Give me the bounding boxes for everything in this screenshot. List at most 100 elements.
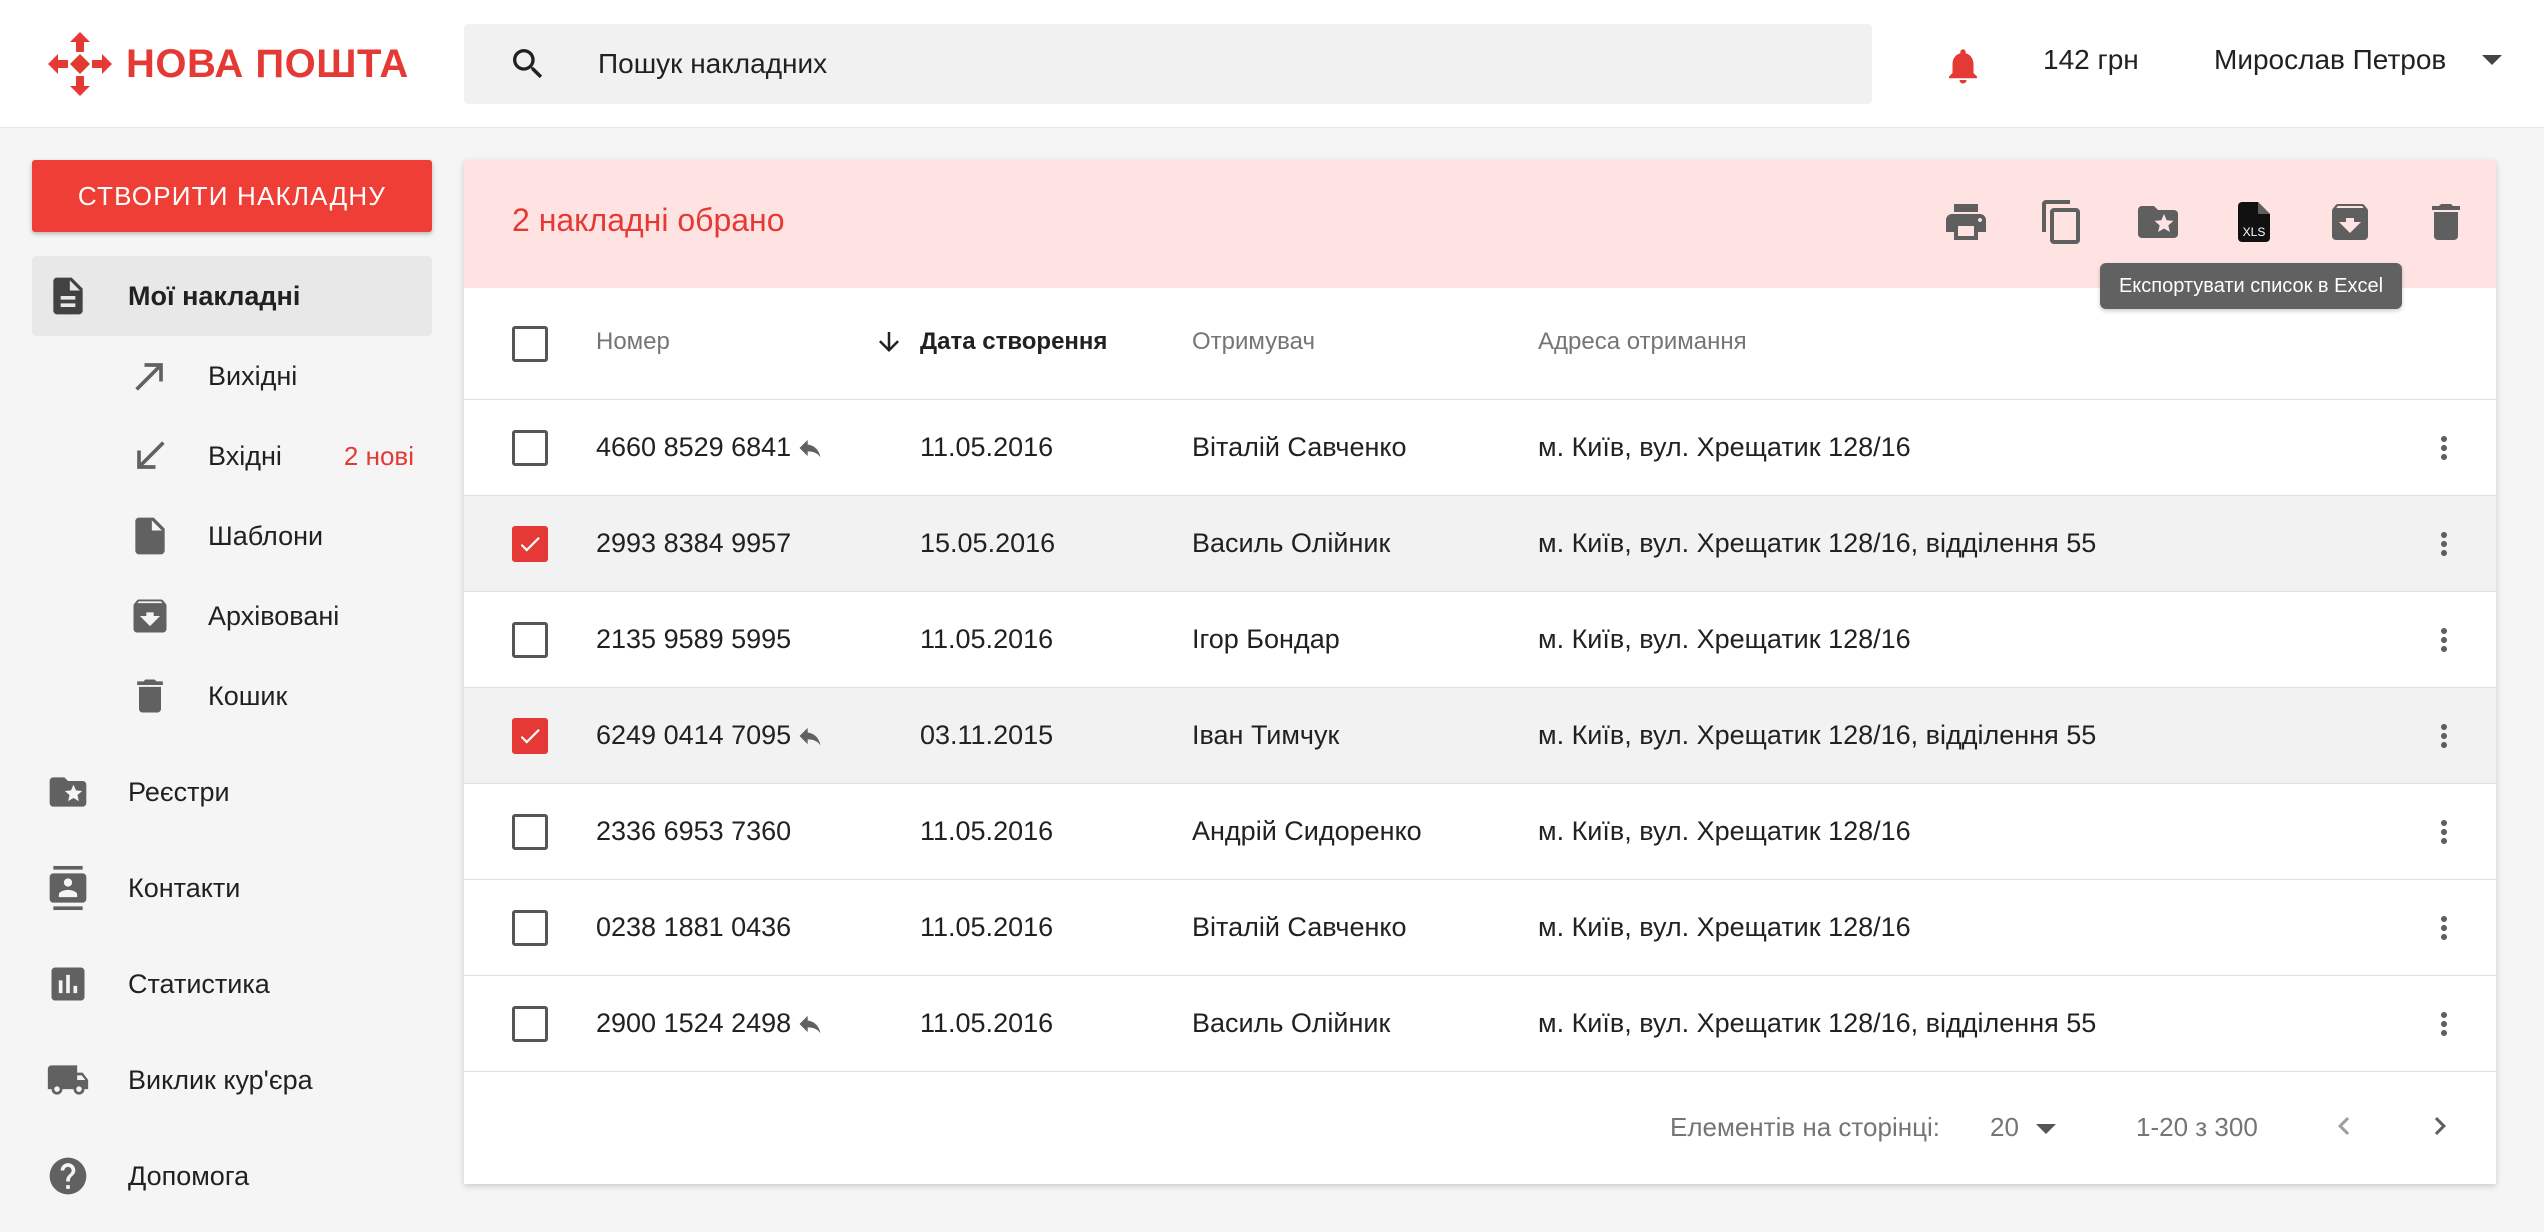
table-row[interactable]: 4660 8529 6841 11.05.2016 Віталій Савчен… bbox=[464, 400, 2496, 496]
sidebar-item-label: Виклик кур'єра bbox=[128, 1064, 313, 1095]
archive-icon[interactable] bbox=[2326, 198, 2374, 246]
delivery-address: м. Київ, вул. Хрещатик 128/16, відділенн… bbox=[1538, 720, 2097, 750]
more-vert-icon[interactable] bbox=[2426, 908, 2462, 948]
sidebar-item-label: Архівовані bbox=[208, 600, 340, 631]
row-checkbox[interactable] bbox=[512, 910, 548, 946]
more-vert-icon[interactable] bbox=[2426, 1004, 2462, 1044]
waybill-number: 2135 9589 5995 bbox=[596, 624, 792, 654]
create-waybill-button[interactable]: СТВОРИТИ НАКЛАДНУ bbox=[32, 160, 432, 232]
trash-icon[interactable] bbox=[2422, 198, 2470, 246]
waybill-number: 0238 1881 0436 bbox=[596, 912, 792, 942]
chevron-right-icon[interactable] bbox=[2422, 1108, 2458, 1144]
pagination: Елементів на сторінці: 20 1-20 з 300 bbox=[464, 1072, 2496, 1184]
archive-icon bbox=[133, 599, 167, 633]
sidebar-item-label: Контакти bbox=[128, 872, 241, 903]
template-file-icon bbox=[135, 517, 165, 555]
waybill-number: 6249 0414 7095 bbox=[596, 720, 792, 750]
sidebar-item-label: Мої накладні bbox=[128, 280, 301, 311]
sidebar-item-label: Реєстри bbox=[128, 776, 230, 807]
table-row[interactable]: 2900 1524 2498 11.05.2016 Василь Олійник… bbox=[464, 976, 2496, 1072]
waybill-number: 4660 8529 6841 bbox=[596, 432, 792, 462]
truck-icon bbox=[47, 1065, 89, 1095]
contacts-icon bbox=[49, 866, 87, 910]
row-checkbox[interactable] bbox=[512, 814, 548, 850]
delivery-address: м. Київ, вул. Хрещатик 128/16 bbox=[1538, 432, 1911, 462]
sidebar-item-my-waybills[interactable]: Мої накладні bbox=[32, 256, 432, 336]
nova-poshta-logo-icon bbox=[48, 32, 112, 96]
more-vert-icon[interactable] bbox=[2426, 812, 2462, 852]
arrow-incoming-icon bbox=[137, 441, 165, 469]
waybill-number: 2336 6953 7360 bbox=[596, 816, 792, 846]
delivery-address: м. Київ, вул. Хрещатик 128/16, відділенн… bbox=[1538, 1008, 2097, 1038]
chevron-left-icon[interactable] bbox=[2326, 1108, 2362, 1144]
waybills-card: 2 накладні обрано XLS Номер Дата створен… bbox=[464, 160, 2496, 1184]
delivery-address: м. Київ, вул. Хрещатик 128/16 bbox=[1538, 912, 1911, 942]
selection-count: 2 накладні обрано bbox=[512, 202, 785, 238]
more-vert-icon[interactable] bbox=[2426, 428, 2462, 468]
sidebar-item-contacts[interactable]: Контакти bbox=[32, 848, 432, 928]
row-checkbox[interactable] bbox=[512, 526, 548, 562]
more-vert-icon[interactable] bbox=[2426, 524, 2462, 564]
folder-star-icon[interactable] bbox=[2134, 198, 2182, 246]
creation-date: 11.05.2016 bbox=[920, 432, 1054, 462]
creation-date: 11.05.2016 bbox=[920, 1008, 1054, 1038]
sidebar-item-courier[interactable]: Виклик кур'єра bbox=[32, 1040, 432, 1120]
sidebar-item-incoming[interactable]: Вхідні 2 нові bbox=[32, 416, 432, 496]
column-header-number[interactable]: Номер bbox=[596, 328, 670, 356]
recipient-name: Віталій Савченко bbox=[1192, 432, 1407, 462]
select-all-checkbox[interactable] bbox=[512, 326, 548, 362]
print-icon[interactable] bbox=[1942, 198, 1990, 246]
more-vert-icon[interactable] bbox=[2426, 716, 2462, 756]
sidebar-item-templates[interactable]: Шаблони bbox=[32, 496, 432, 576]
table-row[interactable]: 6249 0414 7095 03.11.2015 Іван Тимчук м.… bbox=[464, 688, 2496, 784]
check-icon bbox=[520, 729, 540, 744]
top-bar: НОВА ПОШТА 142 грн Мирослав Петров bbox=[0, 0, 2544, 128]
column-header-recipient[interactable]: Отримувач bbox=[1192, 328, 1315, 356]
recipient-name: Віталій Савченко bbox=[1192, 912, 1407, 942]
more-vert-icon[interactable] bbox=[2426, 620, 2462, 660]
trash-icon bbox=[137, 679, 163, 713]
chevron-down-icon[interactable] bbox=[2036, 1124, 2056, 1134]
arrow-down-icon[interactable] bbox=[874, 327, 904, 357]
search-box[interactable] bbox=[464, 24, 1872, 104]
sidebar-item-statistics[interactable]: Статистика bbox=[32, 944, 432, 1024]
user-name: Мирослав Петров bbox=[2214, 44, 2447, 75]
new-items-badge: 2 нові bbox=[343, 440, 414, 471]
sidebar-item-registers[interactable]: Реєстри bbox=[32, 752, 432, 832]
row-checkbox[interactable] bbox=[512, 430, 548, 466]
row-checkbox[interactable] bbox=[512, 622, 548, 658]
waybill-number: 2993 8384 9957 bbox=[596, 528, 792, 558]
notification-bell-icon[interactable] bbox=[1942, 43, 1984, 89]
export-xls-icon[interactable]: XLS bbox=[2230, 198, 2278, 246]
column-header-date[interactable]: Дата створення bbox=[920, 328, 1107, 356]
creation-date: 11.05.2016 bbox=[920, 816, 1054, 846]
chevron-down-icon bbox=[2482, 55, 2503, 65]
check-icon bbox=[520, 537, 540, 552]
sidebar-item-label: Статистика bbox=[128, 968, 270, 999]
logo[interactable]: НОВА ПОШТА bbox=[46, 31, 409, 97]
table-row[interactable]: 2336 6953 7360 11.05.2016 Андрій Сидорен… bbox=[464, 784, 2496, 880]
row-checkbox[interactable] bbox=[512, 718, 548, 754]
table-row[interactable]: 0238 1881 0436 11.05.2016 Віталій Савчен… bbox=[464, 880, 2496, 976]
delivery-address: м. Київ, вул. Хрещатик 128/16, відділенн… bbox=[1538, 528, 2097, 558]
column-header-address[interactable]: Адреса отримання bbox=[1538, 328, 1747, 356]
sidebar-item-trash[interactable]: Кошик bbox=[32, 656, 432, 736]
page-range: 1-20 з 300 bbox=[2136, 1112, 2258, 1142]
table-row[interactable]: 2993 8384 9957 15.05.2016 Василь Олійник… bbox=[464, 496, 2496, 592]
document-icon bbox=[53, 277, 83, 315]
sidebar-item-help[interactable]: Допомога bbox=[32, 1136, 432, 1216]
stats-icon bbox=[51, 967, 85, 1001]
recipient-name: Андрій Сидоренко bbox=[1192, 816, 1422, 846]
creation-date: 11.05.2016 bbox=[920, 912, 1054, 942]
row-checkbox[interactable] bbox=[512, 1006, 548, 1042]
table-row[interactable]: 2135 9589 5995 11.05.2016 Ігор Бондар м.… bbox=[464, 592, 2496, 688]
sidebar-item-archived[interactable]: Архівовані bbox=[32, 576, 432, 656]
copy-icon[interactable] bbox=[2038, 198, 2086, 246]
search-input[interactable] bbox=[596, 34, 1796, 94]
sidebar-item-outgoing[interactable]: Вихідні bbox=[32, 336, 432, 416]
logo-text: НОВА ПОШТА bbox=[126, 41, 409, 86]
user-menu[interactable]: Мирослав Петров bbox=[2214, 44, 2503, 76]
per-page-select[interactable]: 20 bbox=[1990, 1112, 2019, 1143]
reply-icon bbox=[799, 1015, 821, 1034]
delivery-address: м. Київ, вул. Хрещатик 128/16 bbox=[1538, 624, 1911, 654]
